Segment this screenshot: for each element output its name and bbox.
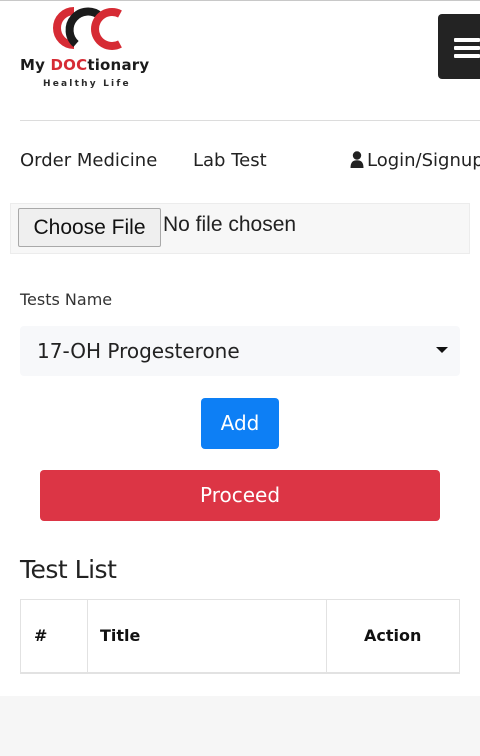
nav-lab-test[interactable]: Lab Test (193, 150, 267, 176)
column-header-action: Action (364, 626, 422, 645)
tests-name-select[interactable]: 17-OH Progesterone (20, 326, 460, 376)
column-header-number: # (34, 626, 48, 645)
page-footer (0, 696, 480, 756)
table-header-cell: # (21, 600, 88, 673)
table-header-cell: Action (327, 600, 459, 673)
brand-tagline: Healthy Life (43, 79, 131, 89)
add-test-button[interactable]: Add (201, 398, 279, 449)
table-header-cell: Title (88, 600, 327, 673)
hamburger-icon (454, 38, 480, 42)
nav-login-label: Login/Signup (367, 150, 480, 171)
brand-name-accent: DOC (50, 56, 88, 74)
hamburger-icon-bar (454, 46, 480, 50)
nav-order-medicine[interactable]: Order Medicine (20, 150, 157, 176)
prescription-file-input: Choose File No file chosen (10, 203, 470, 254)
top-border (0, 0, 480, 1)
hamburger-icon-bar (454, 54, 480, 58)
proceed-button[interactable]: Proceed (40, 470, 440, 521)
choose-file-button[interactable]: Choose File (18, 208, 161, 247)
doc-logo-icon (53, 7, 122, 50)
column-header-title: Title (100, 626, 141, 645)
caret-down-icon (436, 347, 448, 353)
tests-name-label: Tests Name (20, 290, 113, 309)
table-header-underline (20, 672, 460, 674)
file-status: No file chosen (163, 213, 297, 236)
header-divider (20, 120, 480, 121)
user-icon (350, 151, 364, 173)
hamburger-menu-button[interactable] (438, 14, 480, 79)
tests-name-selected: 17-OH Progesterone (37, 339, 240, 363)
brand-logo[interactable]: My DOCtionary Healthy Life (20, 6, 160, 94)
brand-name: My DOCtionary (20, 56, 150, 74)
test-list-table: # Title Action (20, 599, 460, 674)
nav-login-signup[interactable]: Login/Signup (350, 150, 480, 176)
test-list-title: Test List (20, 555, 117, 584)
